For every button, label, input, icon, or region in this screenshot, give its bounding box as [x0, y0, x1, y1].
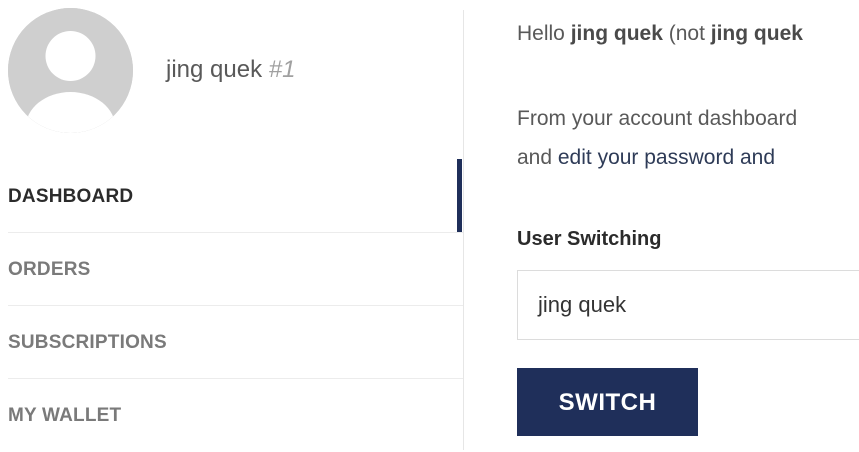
user-silhouette-icon — [8, 8, 133, 133]
profile-id: #1 — [268, 56, 296, 83]
profile-header: jing quek #1 — [0, 0, 464, 150]
user-switching-field[interactable]: jing quek — [517, 270, 859, 340]
greeting-name: jing quek — [570, 22, 663, 45]
greeting-middle: (not — [662, 22, 711, 45]
nav-item-label: MY WALLET — [8, 405, 122, 426]
account-nav: DASHBOARD ORDERS SUBSCRIPTIONS MY WALLET — [8, 160, 464, 452]
nav-item-label: DASHBOARD — [8, 186, 134, 207]
greeting-name-not: jing quek — [710, 22, 803, 45]
account-sidebar: jing quek #1 DASHBOARD ORDERS SUBSCRIPTI… — [0, 0, 464, 450]
nav-item-subscriptions[interactable]: SUBSCRIPTIONS — [8, 306, 464, 379]
intro-line-2: and edit your password and — [517, 138, 797, 177]
column-divider — [463, 10, 464, 450]
nav-item-label: SUBSCRIPTIONS — [8, 332, 167, 353]
avatar — [8, 8, 133, 133]
nav-item-orders[interactable]: ORDERS — [8, 233, 464, 306]
intro-line-1: From your account dashboard — [517, 107, 798, 130]
profile-name-line: jing quek #1 — [166, 56, 295, 84]
nav-item-my-wallet[interactable]: MY WALLET — [8, 379, 464, 452]
nav-item-label: ORDERS — [8, 259, 91, 280]
edit-password-link[interactable]: edit your password and — [558, 146, 775, 169]
dashboard-intro: From your account dashboard and edit you… — [517, 99, 797, 177]
greeting-line: Hello jing quek (not jing quek — [517, 22, 803, 46]
dashboard-content: Hello jing quek (not jing quek From your… — [517, 0, 859, 450]
profile-name: jing quek — [166, 56, 263, 83]
user-switching-title: User Switching — [517, 228, 662, 250]
greeting-prefix: Hello — [517, 22, 571, 45]
nav-item-dashboard[interactable]: DASHBOARD — [8, 160, 464, 233]
intro-line-2-prefix: and — [517, 146, 558, 169]
switch-button[interactable]: SWITCH — [517, 368, 698, 436]
